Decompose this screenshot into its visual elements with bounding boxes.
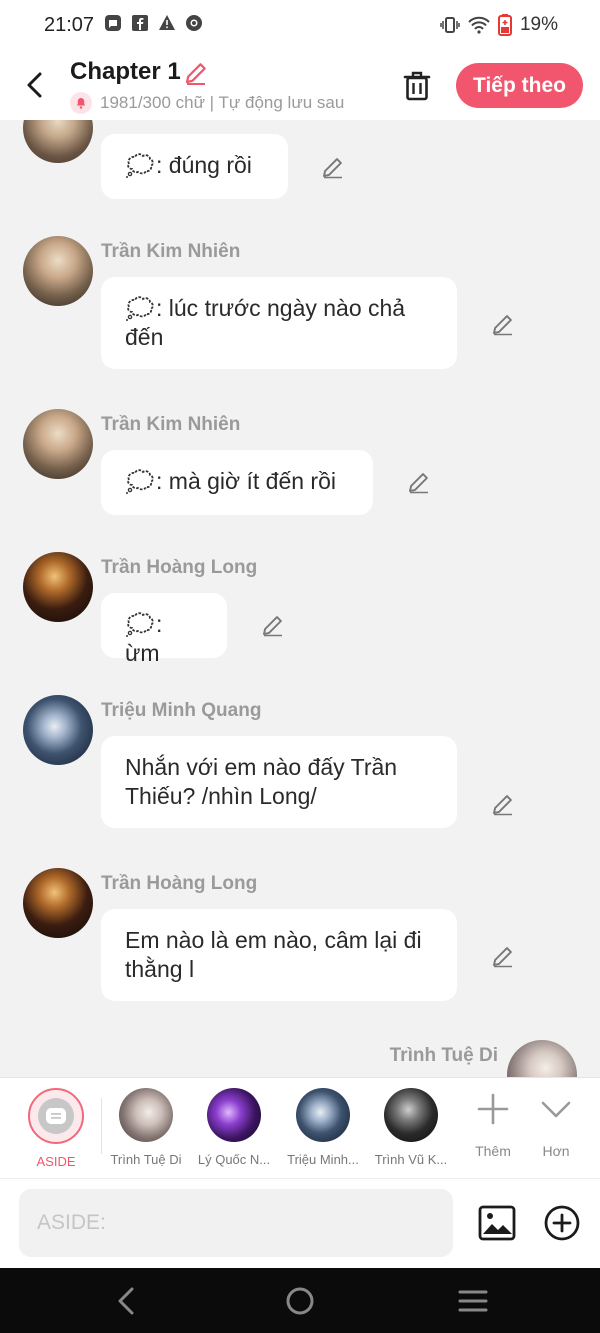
more-label: Thêm xyxy=(475,1143,511,1159)
avatar-tran-hoang-long[interactable] xyxy=(23,868,93,938)
add-character-button[interactable]: Thêm xyxy=(463,1092,523,1159)
system-indicators: 19% xyxy=(440,14,558,36)
battery-low-icon xyxy=(497,14,512,36)
character-avatar xyxy=(296,1088,350,1142)
character-name: Trần Hoàng Long xyxy=(101,557,258,578)
character-label: Triệu Minh... xyxy=(287,1152,359,1167)
character-name: Trần Kim Nhiên xyxy=(101,414,241,435)
plus-icon xyxy=(477,1093,509,1125)
chevron-down-icon xyxy=(541,1101,571,1118)
wifi-icon xyxy=(468,16,490,34)
avatar-tran-kim-nhien[interactable] xyxy=(23,120,93,163)
message-text: Nhắn với em nào đấy Trần Thiếu? /nhìn Lo… xyxy=(125,754,398,809)
avatar-tran-hoang-long[interactable] xyxy=(23,552,93,622)
battery-percent: 19% xyxy=(519,14,558,35)
thought-bubble-icon xyxy=(126,612,154,637)
character-name: Trần Kim Nhiên xyxy=(101,241,241,262)
character-trinh-vu[interactable]: Trình Vũ K... xyxy=(366,1088,456,1167)
message-bubble[interactable]: : mà giờ ít đến rồi xyxy=(101,450,373,515)
warning-icon xyxy=(159,15,175,30)
avatar-tran-kim-nhien[interactable] xyxy=(23,236,93,306)
edit-pencil-icon[interactable] xyxy=(491,312,515,336)
system-navigation-bar xyxy=(0,1268,600,1333)
message-bubble[interactable]: : ừm xyxy=(101,593,227,666)
subtitle-text: 1981/300 chữ | Tự động lưu sau xyxy=(100,93,345,112)
character-avatar xyxy=(207,1088,261,1142)
character-avatar xyxy=(119,1088,173,1142)
back-arrow-icon[interactable] xyxy=(22,68,50,102)
character-trieu-minh[interactable]: Triệu Minh... xyxy=(278,1088,368,1167)
edit-pencil-icon[interactable] xyxy=(407,470,431,494)
chat-area[interactable]: : đúng rồi Trần Kim Nhiên : lúc trước ng… xyxy=(0,120,600,1077)
image-icon[interactable] xyxy=(478,1204,516,1242)
character-selector: ASIDE Trình Tuệ Di Lý Quốc N... Triệu Mi… xyxy=(0,1077,600,1178)
character-label: Trình Vũ K... xyxy=(374,1152,448,1167)
bell-icon xyxy=(70,92,92,114)
aside-chat-icon xyxy=(38,1098,74,1134)
character-name: Trần Hoàng Long xyxy=(101,873,258,894)
edit-pencil-icon[interactable] xyxy=(261,613,285,637)
edit-pencil-icon[interactable] xyxy=(491,944,515,968)
thought-bubble-icon xyxy=(126,469,154,494)
character-aside[interactable]: ASIDE xyxy=(11,1088,101,1169)
app-notification-icon xyxy=(105,15,121,31)
character-name: Triệu Minh Quang xyxy=(101,700,262,721)
nav-home-icon[interactable] xyxy=(283,1284,317,1318)
collapse-label: Hơn xyxy=(542,1143,570,1159)
message-text: : lúc trước ngày nào chả đến xyxy=(125,295,406,350)
edit-pencil-icon[interactable] xyxy=(491,792,515,816)
character-name: Trình Tuệ Di xyxy=(389,1045,498,1066)
thought-bubble-icon xyxy=(126,296,154,321)
notification-icons xyxy=(104,14,203,32)
next-button[interactable]: Tiếp theo xyxy=(456,63,583,108)
aside-avatar xyxy=(28,1088,84,1144)
character-ly-quoc[interactable]: Lý Quốc N... xyxy=(189,1088,279,1167)
character-avatar xyxy=(384,1088,438,1142)
character-label: Trình Tuệ Di xyxy=(110,1152,182,1167)
character-label: ASIDE xyxy=(36,1154,76,1169)
avatar-trinh-tue-di[interactable] xyxy=(507,1040,577,1077)
avatar-trieu-minh-quang[interactable] xyxy=(23,695,93,765)
status-bar: 21:07 19% xyxy=(0,0,600,52)
add-circle-icon[interactable] xyxy=(543,1204,581,1242)
nav-back-icon[interactable] xyxy=(110,1284,144,1318)
message-bubble[interactable]: : lúc trước ngày nào chả đến xyxy=(101,277,457,369)
message-text: Em nào là em nào, câm lại đi thằng l xyxy=(125,927,422,982)
editor-header: Chapter 1 1981/300 chữ | Tự động lưu sau… xyxy=(0,52,600,120)
avatar-tran-kim-nhien[interactable] xyxy=(23,409,93,479)
message-text: : mà giờ ít đến rồi xyxy=(156,468,336,494)
edit-title-pencil-icon[interactable] xyxy=(183,60,209,86)
edit-pencil-icon[interactable] xyxy=(321,155,345,179)
message-bubble[interactable]: Em nào là em nào, câm lại đi thằng l xyxy=(101,909,457,1001)
message-bubble[interactable]: : đúng rồi xyxy=(101,134,288,199)
word-count-autosave: 1981/300 chữ | Tự động lưu sau xyxy=(70,92,376,114)
trash-icon[interactable] xyxy=(402,68,432,102)
chrome-icon xyxy=(186,15,202,31)
collapse-button[interactable]: Hơn xyxy=(526,1092,586,1159)
status-time: 21:07 xyxy=(44,14,95,36)
vibrate-icon xyxy=(440,17,460,33)
character-label: Lý Quốc N... xyxy=(197,1152,271,1167)
message-bubble[interactable]: Nhắn với em nào đấy Trần Thiếu? /nhìn Lo… xyxy=(101,736,457,828)
message-text: : đúng rồi xyxy=(156,152,252,178)
chapter-title[interactable]: Chapter 1 xyxy=(70,58,181,86)
character-trinh-tue-di[interactable]: Trình Tuệ Di xyxy=(101,1088,191,1167)
facebook-icon xyxy=(132,15,148,31)
message-input[interactable] xyxy=(19,1189,453,1257)
message-input-bar xyxy=(0,1178,600,1268)
thought-bubble-icon xyxy=(126,153,154,178)
nav-menu-icon[interactable] xyxy=(456,1284,490,1318)
